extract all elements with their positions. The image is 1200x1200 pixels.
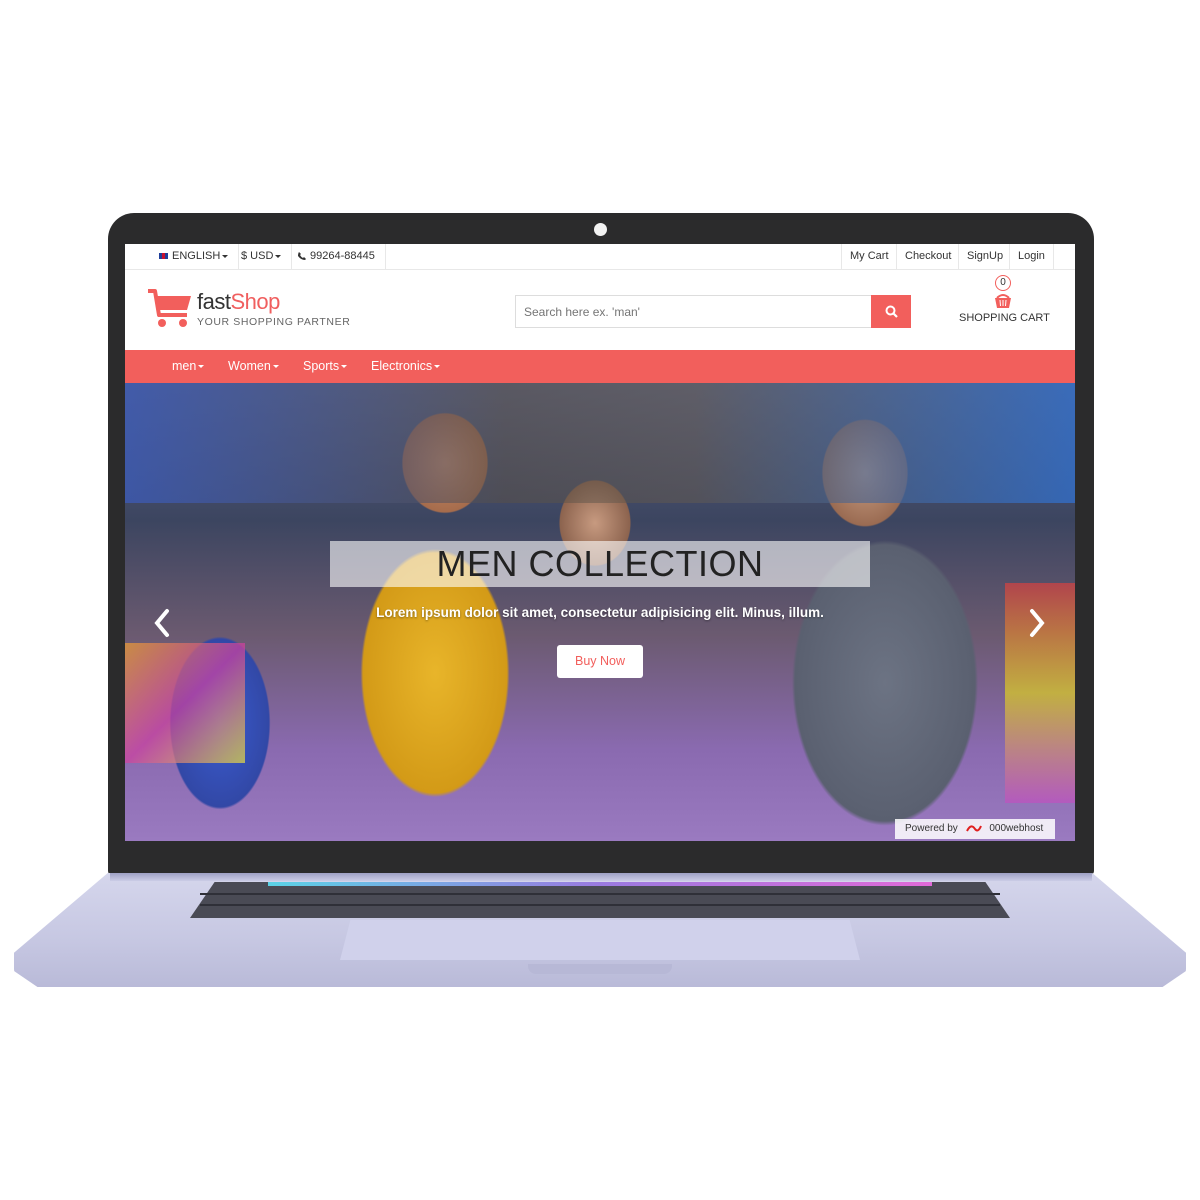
nav-item-women[interactable]: Women [228, 350, 279, 383]
laptop-keyboard [190, 882, 1010, 918]
shopping-cart-link[interactable]: SHOPPING CART [959, 312, 1050, 324]
site-header: fastShop YOUR SHOPPING PARTNER 0 SHOPPIN… [125, 270, 1075, 350]
currency-dropdown[interactable]: $ USD [231, 244, 293, 270]
checkout-link[interactable]: Checkout [896, 244, 959, 270]
nav-item-men[interactable]: men [172, 350, 205, 383]
chevron-left-icon [154, 609, 169, 637]
nav-item-label: Women [228, 359, 271, 373]
flag-uk-icon [159, 253, 168, 260]
phone-number: 99264-88445 [310, 250, 375, 262]
browser-screen: ENGLISH $ USD 99264-88445 My Cart Checko… [125, 244, 1075, 841]
trackpad [340, 920, 860, 960]
hero-carousel: MEN COLLECTION Lorem ipsum dolor sit ame… [125, 383, 1075, 841]
caret-down-icon [198, 365, 205, 369]
chevron-right-icon [1030, 609, 1045, 637]
hero-photo-detail [125, 643, 245, 763]
nav-item-label: Electronics [371, 359, 433, 373]
keyboard-row [200, 904, 1000, 906]
laptop-hinge [110, 873, 1092, 881]
touch-bar [268, 882, 932, 886]
logo-text-shop: Shop [230, 289, 280, 314]
nav-item-label: men [172, 359, 197, 373]
logo-text-fast: fast [197, 289, 231, 314]
site-tagline: YOUR SHOPPING PARTNER [197, 316, 351, 328]
carousel-next-button[interactable] [1024, 605, 1050, 641]
search-button[interactable] [871, 295, 911, 328]
my-cart-link[interactable]: My Cart [841, 244, 897, 270]
language-label: ENGLISH [172, 250, 221, 262]
buy-now-button[interactable]: Buy Now [557, 645, 643, 678]
search-input[interactable] [515, 295, 872, 328]
keyboard-row [200, 893, 1000, 895]
currency-label: $ USD [241, 250, 274, 262]
phone-icon [298, 252, 306, 261]
site-logo[interactable]: fastShop [197, 289, 280, 315]
login-link[interactable]: Login [1009, 244, 1054, 270]
hero-title: MEN COLLECTION [436, 543, 764, 584]
shopping-cart-logo-icon[interactable] [147, 287, 193, 329]
webhost-logo-icon [965, 825, 982, 832]
camera-icon [594, 223, 607, 236]
powered-by-brand: 000webhost [989, 823, 1044, 834]
hero-subtitle: Lorem ipsum dolor sit amet, consectetur … [376, 605, 824, 620]
nav-item-electronics[interactable]: Electronics [371, 350, 441, 383]
carousel-prev-button[interactable] [149, 605, 175, 641]
cart-count-badge: 0 [995, 275, 1011, 291]
main-nav: men Women Sports Electronics [125, 350, 1075, 383]
powered-by-label: Powered by [905, 823, 958, 834]
caret-down-icon [341, 365, 348, 369]
caret-down-icon [434, 365, 441, 369]
signup-link[interactable]: SignUp [958, 244, 1011, 270]
top-bar: ENGLISH $ USD 99264-88445 My Cart Checko… [125, 244, 1075, 270]
phone-link[interactable]: 99264-88445 [287, 244, 386, 270]
powered-by-badge[interactable]: Powered by 000webhost [895, 819, 1055, 839]
language-dropdown[interactable]: ENGLISH [149, 244, 240, 270]
nav-item-label: Sports [303, 359, 340, 373]
caret-down-icon [222, 254, 229, 258]
caret-down-icon [272, 365, 279, 369]
hero-photo-background [125, 383, 1075, 503]
caret-down-icon [275, 254, 282, 258]
nav-item-sports[interactable]: Sports [303, 350, 348, 383]
search-icon [885, 305, 898, 318]
laptop-notch [528, 964, 672, 974]
